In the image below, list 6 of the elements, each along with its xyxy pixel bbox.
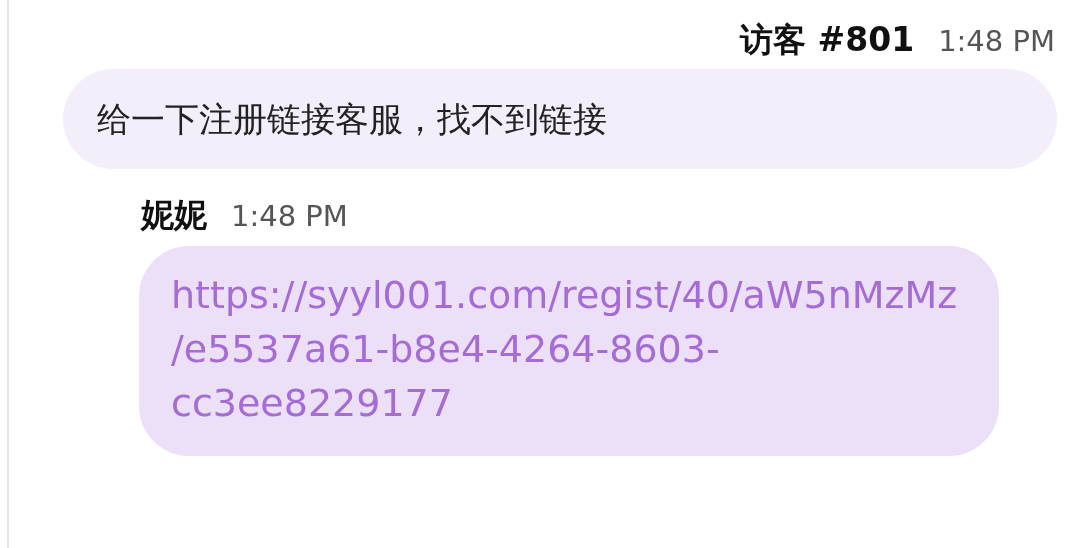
message-bubble: 给一下注册链接客服，找不到链接 (63, 69, 1057, 169)
sender-name: 访客 #801 (740, 19, 915, 61)
message-link[interactable]: https://syyl001.com/regist/40/aW5nMzMz/e5537a61-b8e4-4264-8603-cc3ee8229177 (171, 268, 969, 430)
message-time: 1:48 PM (938, 24, 1055, 58)
message-time: 1:48 PM (231, 199, 348, 233)
sender-name: 妮妮 (141, 194, 207, 236)
